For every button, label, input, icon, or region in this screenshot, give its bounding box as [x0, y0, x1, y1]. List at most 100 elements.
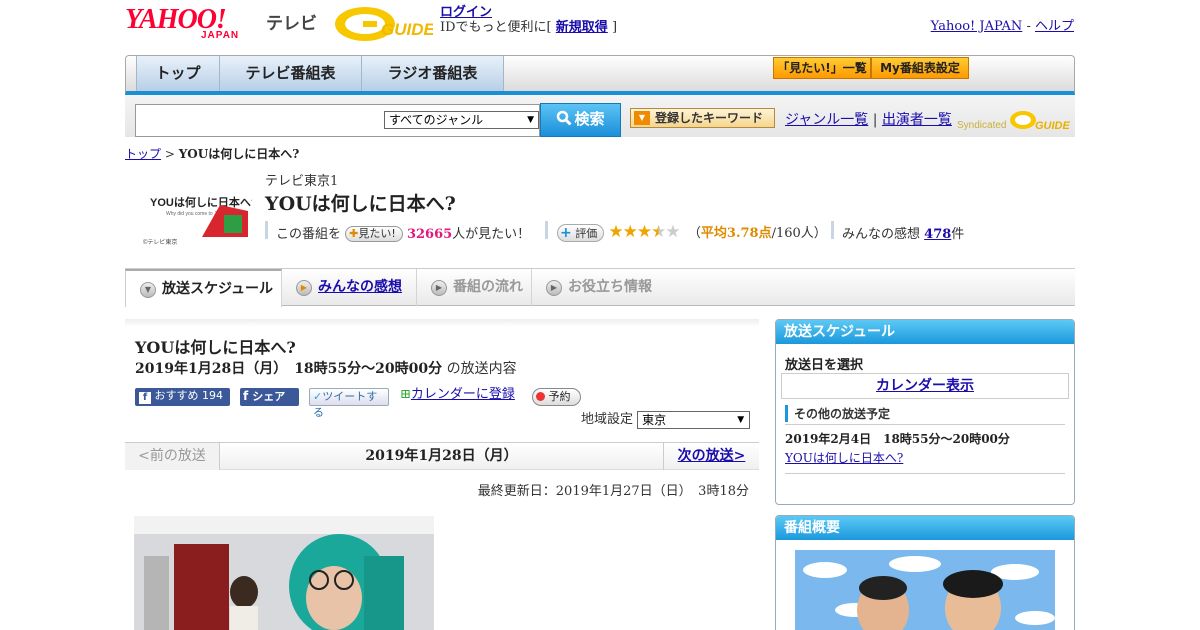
gguide-logo-icon: GUIDE: [335, 7, 436, 41]
rating-section: + 評価 ★★★★★ （平均3.78点/160人）: [557, 222, 827, 242]
star-half-icon: ★: [651, 222, 666, 242]
program-photo: [134, 516, 434, 630]
login-desc-post: ]: [611, 20, 618, 35]
search-button-label: 検索: [574, 110, 605, 128]
program-photo-image: [134, 516, 434, 630]
rating-open: （: [687, 226, 701, 241]
reserve-button[interactable]: 予約: [532, 388, 581, 406]
calendar-register-link[interactable]: カレンダーに登録: [411, 387, 515, 402]
search-icon: [557, 110, 573, 126]
mitai-post: 人が見たい！: [452, 227, 531, 242]
facebook-recommend-label: おすすめ 194: [154, 389, 224, 402]
facebook-icon: f: [243, 389, 249, 403]
search-links-divider: |: [872, 112, 878, 128]
tab-schedule[interactable]: ▼ 放送スケジュール: [125, 269, 282, 307]
other-schedule-date: 2019年2月4日 18時55分～20時00分: [785, 432, 1010, 446]
main-top-border: [125, 319, 759, 327]
breadcrumb: トップ > YOUは何しに日本へ?: [125, 145, 299, 162]
program-title: YOUは何しに日本へ?: [265, 193, 456, 215]
breadcrumb-sep: >: [164, 147, 175, 161]
play-icon: ▶: [546, 280, 562, 296]
summary-image-art: [795, 550, 1055, 630]
last-updated: 最終更新日：2019年1月27日（日） 3時18分: [477, 484, 749, 499]
yahoo-logo[interactable]: YAHOO! JAPAN: [125, 6, 262, 42]
facebook-share-label: シェア: [252, 390, 286, 403]
mitai-button[interactable]: ✚見たい!: [345, 226, 403, 242]
tab-kanso-label: みんなの感想: [318, 279, 402, 295]
tweet-button[interactable]: ✓ツイートする: [309, 388, 389, 419]
chevron-down-icon: ▼: [737, 414, 745, 425]
caret-down-icon: ▼: [634, 111, 650, 125]
hyoka-button[interactable]: + 評価: [557, 224, 605, 242]
help-link[interactable]: ヘルプ: [1035, 19, 1074, 34]
mitai-pre: この番組を: [276, 227, 342, 242]
gguide-small-logo-icon: GUIDE: [1010, 111, 1071, 132]
region-label: 地域設定: [581, 412, 634, 427]
nav-tab-radio[interactable]: ラジオ番組表: [362, 56, 504, 91]
signup-link[interactable]: 新規取得: [556, 20, 608, 35]
tab-kanso[interactable]: ▶ みんなの感想: [282, 269, 417, 306]
kanso-count-link[interactable]: 478: [924, 227, 951, 242]
facebook-recommend-button[interactable]: f おすすめ 194: [135, 388, 230, 406]
reserve-label: 予約: [548, 390, 571, 403]
keyword-button[interactable]: ▼ 登録したキーワード: [630, 108, 775, 128]
yahoo-japan-link[interactable]: Yahoo! JAPAN: [931, 19, 1023, 34]
twitter-icon: ✓: [313, 390, 323, 403]
breadcrumb-top[interactable]: トップ: [125, 147, 161, 161]
service-label[interactable]: テレビ: [266, 9, 317, 34]
divider: [785, 473, 1065, 474]
login-link[interactable]: ログイン: [440, 5, 492, 20]
mitai-button-label: 見たい!: [358, 227, 396, 240]
rating-average: 平均3.78点: [700, 226, 772, 241]
plus-icon: +: [560, 225, 572, 241]
calendar-register[interactable]: ⊞カレンダーに登録: [400, 387, 515, 405]
calendar-view-link[interactable]: カレンダー表示: [781, 373, 1069, 399]
search-button[interactable]: 検索: [540, 103, 621, 137]
kanso-section: みんなの感想 478件: [842, 223, 964, 242]
other-schedule-link[interactable]: YOUは何しに日本へ?: [785, 449, 903, 466]
hyoka-button-label: 評価: [575, 227, 598, 240]
genre-list-link[interactable]: ジャンル一覧: [785, 112, 868, 128]
program-tabs: ▼ 放送スケジュール ▶ みんなの感想 ▶ 番組の流れ ▶ お役立ち情報: [125, 268, 1075, 307]
mitai-list-button[interactable]: 「見たい!」一覧: [773, 57, 871, 79]
facebook-icon: f: [139, 392, 151, 404]
schedule-panel-title: 放送スケジュール: [776, 320, 1074, 344]
tab-flow-label: 番組の流れ: [453, 279, 523, 295]
nav-tab-tv[interactable]: テレビ番組表: [220, 56, 362, 91]
channel-name: テレビ東京1: [265, 174, 339, 189]
program-logo: YOUは何しに日本へ? Why did you come to Japan? ©…: [140, 175, 258, 247]
global-nav: トップ テレビ番組表 ラジオ番組表 「見たい!」一覧 My番組表設定: [125, 55, 1075, 95]
mitai-count: 32665: [406, 227, 453, 242]
keyword-button-label: 登録したキーワード: [655, 111, 764, 125]
facebook-share-button[interactable]: f シェア: [240, 388, 299, 406]
program-logo-image: YOUは何しに日本へ? Why did you come to Japan? ©…: [143, 195, 258, 246]
tab-info-label: お役立ち情報: [568, 279, 652, 295]
air-info: 2019年1月28日（月） 18時55分～20時00分 の放送内容: [135, 358, 517, 378]
divider: [785, 424, 1065, 425]
genre-select[interactable]: すべてのジャンル ▼: [384, 111, 539, 129]
star-empty-icon: ★: [665, 222, 680, 242]
chevron-down-icon: ▼: [527, 115, 534, 125]
star-icon: ★: [636, 222, 652, 242]
current-date: 2019年1月28日（月）: [365, 448, 518, 464]
select-day-label: 放送日を選択: [785, 358, 864, 373]
program-logo-title: YOUは何しに日本へ?: [150, 195, 252, 209]
nav-tab-top[interactable]: トップ: [136, 56, 220, 91]
my-schedule-button[interactable]: My番組表設定: [871, 57, 969, 79]
social-bar: f おすすめ 194 f シェア ✓ツイートする ⊞カレンダーに登録 予約: [135, 387, 760, 419]
calendar-plus-icon: ⊞: [400, 387, 411, 402]
region-select[interactable]: 東京 ▼: [637, 410, 751, 429]
star-icon: ★: [608, 222, 623, 242]
syndicated-text: Syndicated: [957, 120, 1007, 131]
next-broadcast-link[interactable]: 次の放送>: [663, 443, 759, 470]
syndicated-label: Syndicated GUIDE: [957, 110, 1071, 132]
gguide-logo[interactable]: GUIDE: [333, 5, 436, 43]
search-bar: すべてのジャンル ▼ 検索 ▼ 登録したキーワード ジャンル一覧 | 出演者一覧…: [125, 95, 1075, 137]
login-desc-pre: IDでもっと便利に[: [440, 20, 552, 35]
svg-text:GUIDE: GUIDE: [1035, 120, 1071, 132]
play-icon: ▶: [431, 280, 447, 296]
schedule-panel: 放送スケジュール 放送日を選択 カレンダー表示 その他の放送予定 2019年2月…: [775, 319, 1075, 505]
divider: [265, 221, 268, 239]
cast-list-link[interactable]: 出演者一覧: [882, 112, 952, 128]
divider: [831, 221, 834, 239]
